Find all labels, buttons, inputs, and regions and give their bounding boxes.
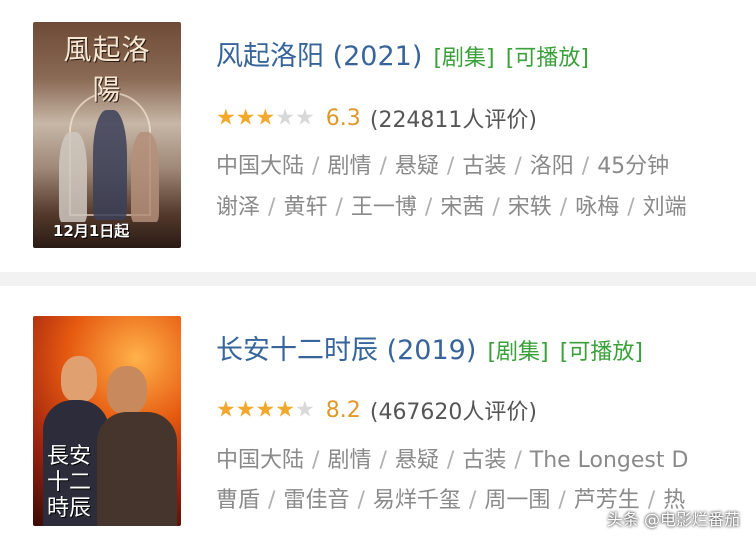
poster-figure <box>97 412 177 526</box>
separator: / <box>357 488 365 513</box>
separator: / <box>379 448 387 473</box>
tag-series[interactable]: [剧集] <box>487 340 548 365</box>
separator: / <box>468 488 477 513</box>
poster-face <box>107 366 147 414</box>
result-item: 長安十二時辰 长安十二时辰 (2019) [剧集] [可播放] ★★★★★ 8.… <box>0 0 756 544</box>
star-filled-icon: ★ <box>255 397 276 422</box>
star-filled-icon: ★ <box>275 397 295 422</box>
star-filled-icon: ★ <box>235 397 256 422</box>
star-filled-icon: ★ <box>216 397 236 422</box>
meta-line: 中国大陆 / 剧情 / 悬疑 / 古装 / The Longest D <box>216 442 688 474</box>
meta-item: 剧情 <box>327 448 372 473</box>
meta-item: The Longest D <box>529 448 689 473</box>
meta-item: 古装 <box>462 448 507 473</box>
watermark: 头条 @电影烂番茄 <box>606 510 740 529</box>
item-title-link[interactable]: 长安十二时辰 (2019) <box>216 335 476 366</box>
separator: / <box>446 448 455 473</box>
meta-item: 周一围 <box>484 488 551 513</box>
poster-title-art: 長安十二時辰 <box>47 444 92 521</box>
rating-line: ★★★★★ 8.2 (467620人评价) <box>216 394 538 425</box>
separator: / <box>514 448 522 473</box>
rating-votes: (467620人评价) <box>369 400 538 425</box>
poster-face <box>61 356 97 402</box>
separator: / <box>268 488 276 513</box>
meta-item: 曹盾 <box>216 488 261 513</box>
meta-item: 易烊千玺 <box>372 488 461 513</box>
poster-image[interactable]: 長安十二時辰 <box>33 316 181 526</box>
star-rating: ★★★★★ <box>216 397 315 422</box>
star-empty-icon: ★ <box>294 397 315 422</box>
rating-score: 8.2 <box>325 397 361 423</box>
title-line: 长安十二时辰 (2019) [剧集] [可播放] <box>216 328 643 366</box>
meta-item: 中国大陆 <box>216 448 305 473</box>
meta-item: 雷佳音 <box>283 488 350 513</box>
separator: / <box>312 448 320 473</box>
separator: / <box>558 488 566 513</box>
tag-playable[interactable]: [可播放] <box>560 340 643 365</box>
meta-item: 悬疑 <box>394 448 439 473</box>
